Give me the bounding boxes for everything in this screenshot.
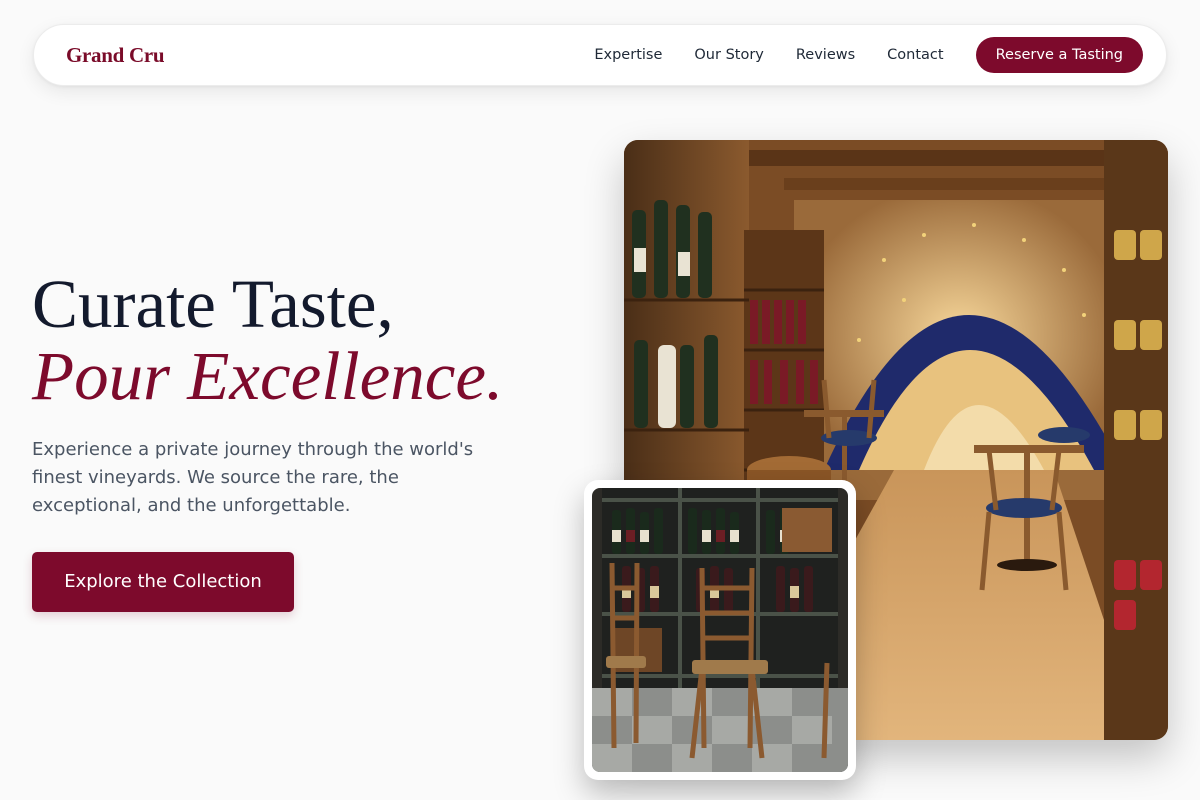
hero-title-line2: Pour Excellence. [32,338,504,414]
wine-shelf-illustration [592,488,848,772]
nav-link-our-story[interactable]: Our Story [694,37,763,73]
nav-link-expertise[interactable]: Expertise [594,37,662,73]
nav-links: Expertise Our Story Reviews Contact Rese… [594,37,1143,73]
brand-logo[interactable]: Grand Cru [66,43,165,68]
wine-shelf-photo [592,488,848,772]
hero-title: Curate Taste, Pour Excellence. [32,268,503,412]
nav-link-reviews[interactable]: Reviews [796,37,855,73]
hero-title-line1: Curate Taste, [32,266,394,342]
explore-collection-button[interactable]: Explore the Collection [32,552,294,612]
nav-link-contact[interactable]: Contact [887,37,943,73]
hero-subtitle: Experience a private journey through the… [32,439,474,516]
inset-photo-frame [584,480,856,780]
reserve-tasting-button[interactable]: Reserve a Tasting [975,37,1143,73]
top-navigation-bar: Grand Cru Expertise Our Story Reviews Co… [33,24,1167,86]
